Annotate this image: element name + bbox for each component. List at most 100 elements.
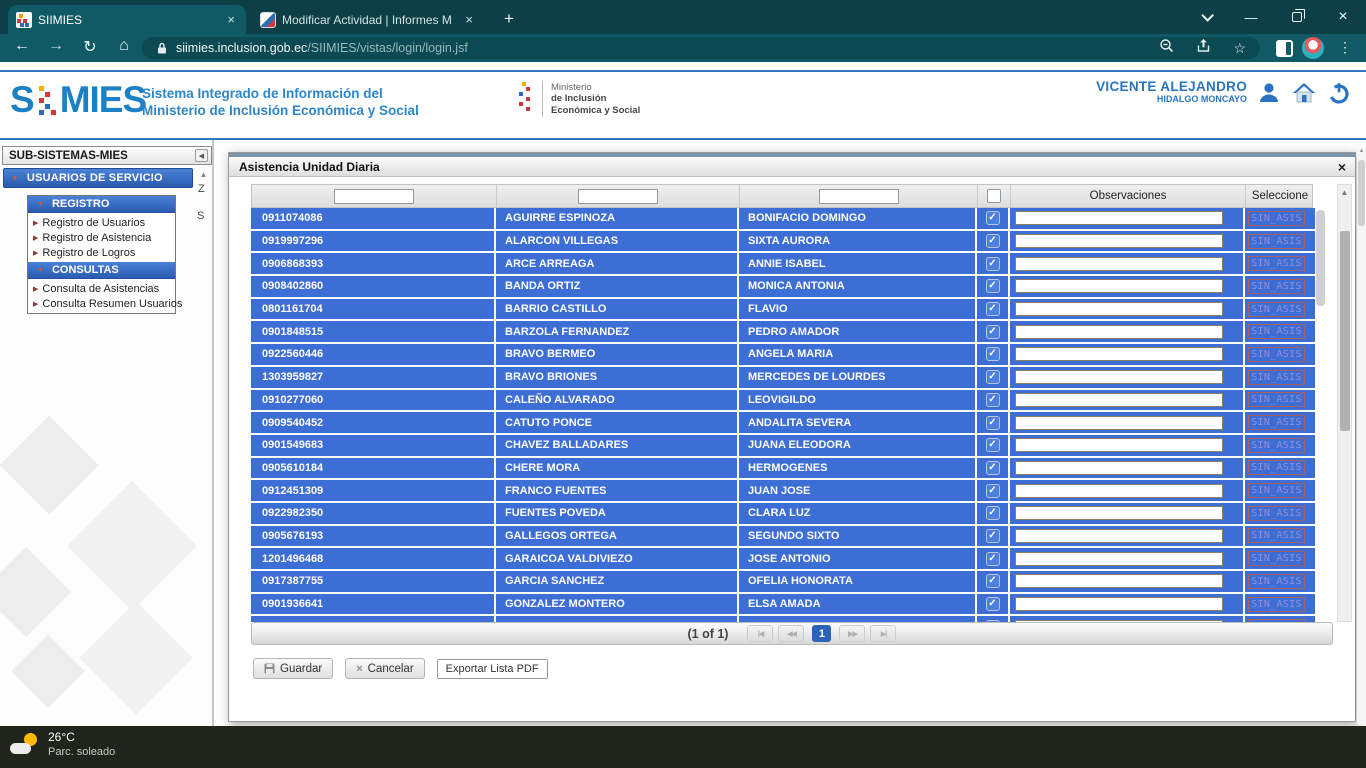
filter-cedula-input[interactable] [334, 189, 414, 204]
estado-select[interactable]: SIN_ASIS [1248, 415, 1305, 430]
scroll-up-icon[interactable]: ▲ [197, 168, 210, 181]
paginator-page-1[interactable]: 1 [812, 625, 831, 642]
table-row[interactable]: 0908402860 BANDA ORTIZ MONICA ANTONIA ✓ … [251, 276, 1315, 299]
menu-item[interactable]: ▶ Consulta Resumen Usuarios [28, 296, 175, 311]
estado-select[interactable]: SIN_ASIS [1248, 460, 1305, 475]
observaciones-input[interactable] [1015, 416, 1223, 430]
page-scrollbar-thumb[interactable] [1358, 160, 1365, 226]
close-window-icon[interactable]: × [1320, 8, 1366, 26]
table-row[interactable]: 0901549683 CHAVEZ BALLADARES JUANA ELEOD… [251, 435, 1315, 458]
table-row[interactable]: 0909540452 CATUTO PONCE ANDALITA SEVERA … [251, 412, 1315, 435]
forward-icon[interactable]: → [44, 37, 68, 55]
estado-select[interactable]: SIN_ASIS [1248, 234, 1305, 249]
select-all-checkbox[interactable] [987, 189, 1001, 203]
estado-select[interactable]: SIN_ASIS [1248, 324, 1305, 339]
observaciones-input[interactable] [1015, 302, 1223, 316]
table-row[interactable]: 1201496468 GARAICOA VALDIVIEZO JOSE ANTO… [251, 548, 1315, 571]
table-row[interactable]: 0919997296 ALARCON VILLEGAS SIXTA AURORA… [251, 231, 1315, 254]
row-checkbox[interactable]: ✓ [986, 574, 1000, 588]
observaciones-input[interactable] [1015, 393, 1223, 407]
observaciones-input[interactable] [1015, 484, 1223, 498]
table-row[interactable]: 0912451309 FRANCO FUENTES JUAN JOSE ✓ SI… [251, 480, 1315, 503]
observaciones-input[interactable] [1015, 257, 1223, 271]
row-checkbox[interactable]: ✓ [986, 347, 1000, 361]
row-checkbox[interactable]: ✓ [986, 279, 1000, 293]
table-row[interactable]: 0911074086 AGUIRRE ESPINOZA BONIFACIO DO… [251, 208, 1315, 231]
dialog-close-icon[interactable]: × [1338, 161, 1346, 173]
restore-icon[interactable] [1274, 10, 1320, 25]
row-checkbox[interactable]: ✓ [986, 438, 1000, 452]
filter-nombres-input[interactable] [819, 189, 899, 204]
estado-select[interactable]: SIN_ASIS [1248, 574, 1305, 589]
profile-avatar[interactable] [1302, 37, 1324, 59]
observaciones-input[interactable] [1015, 211, 1223, 225]
observaciones-input[interactable] [1015, 574, 1223, 588]
filter-apellidos-input[interactable] [578, 189, 658, 204]
observaciones-input[interactable] [1015, 234, 1223, 248]
guardar-button[interactable]: Guardar [253, 658, 333, 679]
dialog-title-bar[interactable]: Asistencia Unidad Diaria [229, 157, 1355, 177]
row-checkbox[interactable]: ✓ [986, 393, 1000, 407]
row-checkbox[interactable]: ✓ [986, 257, 1000, 271]
row-checkbox[interactable]: ✓ [986, 529, 1000, 543]
back-icon[interactable]: ← [10, 37, 34, 55]
reload-icon[interactable]: ↻ [78, 37, 102, 57]
minimize-icon[interactable]: — [1228, 10, 1274, 25]
user-profile-icon[interactable] [1256, 80, 1282, 106]
estado-select[interactable]: SIN_ASIS [1248, 528, 1305, 543]
menu-item[interactable]: ▶ Registro de Logros [28, 245, 175, 260]
estado-select[interactable]: SIN_ASIS [1248, 483, 1305, 498]
observaciones-input[interactable] [1015, 370, 1223, 384]
new-tab-button[interactable]: + [498, 7, 520, 31]
side-panel-icon[interactable] [1276, 40, 1293, 57]
observaciones-input[interactable] [1015, 552, 1223, 566]
sidebar-collapse-icon[interactable]: ◀ [195, 149, 208, 162]
scroll-up-icon[interactable]: ▲ [1338, 185, 1351, 199]
row-checkbox[interactable]: ✓ [986, 416, 1000, 430]
menu-group-header[interactable]: ▼ REGISTRO [28, 196, 175, 213]
observaciones-input[interactable] [1015, 325, 1223, 339]
table-row[interactable]: 0901936641 GONZALEZ MONTERO ELSA AMADA ✓… [251, 594, 1315, 617]
estado-select[interactable]: SIN_ASIS [1248, 506, 1305, 521]
dialog-scrollbar[interactable]: ▲ [1337, 184, 1352, 622]
row-checkbox[interactable]: ✓ [986, 370, 1000, 384]
tab-close-icon[interactable]: × [462, 12, 476, 27]
row-checkbox[interactable]: ✓ [986, 325, 1000, 339]
row-checkbox[interactable]: ✓ [986, 506, 1000, 520]
table-row[interactable]: 0905676193 GALLEGOS ORTEGA SEGUNDO SIXTO… [251, 526, 1315, 549]
row-checkbox[interactable]: ✓ [986, 234, 1000, 248]
table-row[interactable]: 0917387755 GARCIA SANCHEZ OFELIA HONORAT… [251, 571, 1315, 594]
menu-group-header[interactable]: ▼ CONSULTAS [28, 262, 175, 279]
address-bar[interactable]: siimies.inclusion.gob.ec /SIIMIES/vistas… [142, 37, 1260, 59]
share-icon[interactable] [1196, 38, 1211, 58]
estado-select[interactable]: SIN_ASIS [1248, 279, 1305, 294]
home-button-icon[interactable] [1291, 80, 1317, 106]
observaciones-input[interactable] [1015, 438, 1223, 452]
tab-search-icon[interactable] [1182, 10, 1228, 25]
observaciones-input[interactable] [1015, 279, 1223, 293]
table-row[interactable]: 0901848515 BARZOLA FERNANDEZ PEDRO AMADO… [251, 321, 1315, 344]
weather-widget[interactable]: 26°C Parc. soleado [10, 730, 115, 760]
zoom-out-icon[interactable] [1159, 38, 1174, 58]
estado-select[interactable]: SIN_ASIS [1248, 302, 1305, 317]
paginator-prev-icon[interactable]: ◀◀ [778, 625, 804, 642]
estado-select[interactable]: SIN_ASIS [1248, 256, 1305, 271]
paginator-next-icon[interactable]: ▶▶ [839, 625, 865, 642]
table-row[interactable]: 0905610184 CHERE MORA HERMOGENES ✓ SIN_A… [251, 458, 1315, 481]
observaciones-input[interactable] [1015, 347, 1223, 361]
estado-select[interactable]: SIN_ASIS [1248, 392, 1305, 407]
table-row[interactable]: 0801161704 BARRIO CASTILLO FLAVIO ✓ SIN_… [251, 299, 1315, 322]
estado-select[interactable]: SIN_ASIS [1248, 597, 1305, 612]
table-row[interactable]: 0922560446 BRAVO BERMEO ANGELA MARIA ✓ S… [251, 344, 1315, 367]
menu-item[interactable]: ▶ Registro de Usuarios [28, 215, 175, 230]
paginator-first-icon[interactable]: |◀ [747, 625, 773, 642]
row-checkbox[interactable]: ✓ [986, 211, 1000, 225]
bookmark-star-icon[interactable]: ☆ [1233, 40, 1246, 57]
page-scrollbar[interactable]: ▲ [1357, 148, 1366, 724]
sidebar-section-usuarios-de-servicio[interactable]: ▼ USUARIOS DE SERVICIO [3, 168, 193, 188]
row-checkbox[interactable]: ✓ [986, 461, 1000, 475]
cancelar-button[interactable]: × Cancelar [345, 658, 424, 679]
paginator-last-icon[interactable]: ▶| [870, 625, 896, 642]
observaciones-input[interactable] [1015, 529, 1223, 543]
table-row[interactable]: 0906868393 ARCE ARREAGA ANNIE ISABEL ✓ S… [251, 253, 1315, 276]
